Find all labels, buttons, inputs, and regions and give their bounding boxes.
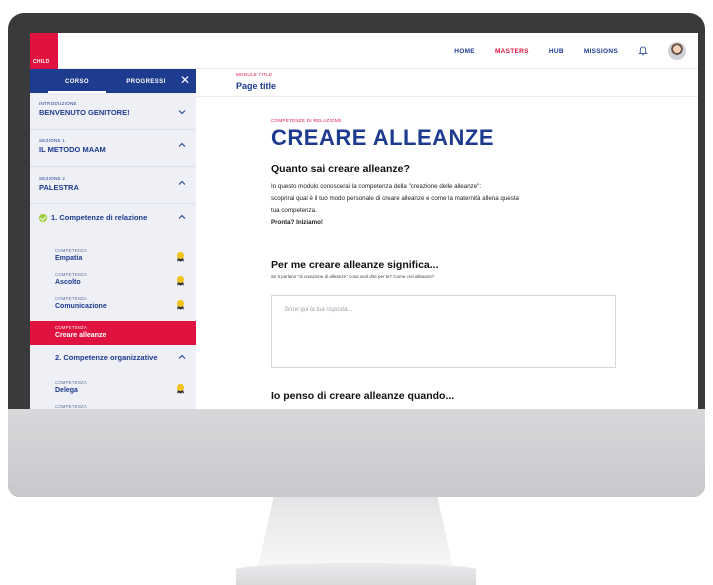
section-title: IL METODO MAAM (39, 145, 106, 154)
question-subtitle: Se ti parlano "di creazione di alleanze"… (271, 274, 435, 279)
section-title: PALESTRA (39, 183, 79, 192)
medal-icon (176, 299, 185, 310)
competence-label: COMPETENZA (55, 380, 88, 385)
chevron-up-icon[interactable] (178, 179, 186, 187)
intro-paragraph: tua competenza. (271, 207, 317, 214)
chevron-up-icon[interactable] (178, 213, 186, 221)
course-sidebar: CORSO PROGRESSI ✕ INTRODUZIONE BENVENUTO… (30, 69, 196, 409)
check-icon (39, 213, 47, 222)
competence-group-header: 1. Competenze di relazione (39, 213, 147, 222)
competence-label: COMPETENZA (55, 248, 88, 253)
competence-group-organizzative[interactable]: 2. Competenze organizzative (30, 345, 196, 371)
nav-link-hub[interactable]: HUB (549, 48, 564, 55)
sidebar-section-introduzione[interactable]: INTRODUZIONE BENVENUTO GENITORE! (30, 93, 196, 129)
content-title: CREARE ALLEANZE (271, 125, 495, 150)
tab-corso[interactable]: CORSO (40, 69, 114, 93)
competence-group-relazione[interactable]: 1. Competenze di relazione (30, 204, 196, 232)
question-title: Per me creare alleanze significa... (271, 259, 439, 271)
chevron-up-icon[interactable] (178, 141, 186, 149)
intro-callout: Pronta? Iniziamo! (271, 219, 323, 226)
user-avatar[interactable] (668, 42, 686, 60)
answer-placeholder: Scrivi qui la tua risposta... (284, 307, 353, 313)
app-screen: CHILD HOME MASTERS HUB MISSIONS CORSO PR… (30, 33, 698, 409)
bell-icon[interactable] (638, 46, 648, 56)
sidebar-section-metodo[interactable]: SEZIONE 1 IL METODO MAAM (30, 130, 196, 166)
answer-textarea[interactable]: Scrivi qui la tua risposta... (271, 295, 616, 368)
competence-item-empatia[interactable]: COMPETENZA Empatia (30, 244, 196, 268)
competence-label: COMPETENZA (55, 325, 88, 330)
competence-group-title: 1. Competenze di relazione (51, 213, 148, 222)
competence-title: Delega (55, 387, 78, 394)
competence-item-next[interactable]: COMPETENZA (30, 400, 196, 409)
module-title-label: MODULE TITLE (236, 72, 273, 77)
intro-paragraph: In questo modulo conoscerai la competenz… (271, 183, 482, 190)
medal-icon (176, 275, 185, 286)
close-icon[interactable]: ✕ (180, 74, 190, 86)
logo-text: CHILD (33, 59, 50, 65)
content-subtitle: Quanto sai creare alleanze? (271, 163, 410, 175)
intro-paragraph: scoprirai qual è il tuo modo personale d… (271, 195, 519, 202)
competence-item-creare-alleanze[interactable]: COMPETENZA Creare alleanze (30, 321, 196, 345)
section-label: SEZIONE 1 (39, 138, 66, 143)
tab-progressi[interactable]: PROGRESSI (114, 69, 178, 93)
medal-icon (176, 251, 185, 262)
competence-group-header: 2. Competenze organizzative (55, 353, 158, 362)
competence-group-title: 2. Competenze organizzative (55, 353, 158, 362)
top-navbar: CHILD HOME MASTERS HUB MISSIONS (30, 33, 698, 69)
nav-links: HOME MASTERS HUB MISSIONS (454, 33, 686, 69)
chevron-down-icon[interactable] (178, 108, 186, 116)
section-title: BENVENUTO GENITORE! (39, 108, 130, 117)
competence-title: Empatia (55, 255, 83, 262)
competence-title: Creare alleanze (55, 332, 107, 339)
section-label: SEZIONE 2 (39, 176, 66, 181)
competence-label: COMPETENZA (55, 296, 88, 301)
competence-label: COMPETENZA (55, 404, 88, 409)
competence-item-delega[interactable]: COMPETENZA Delega (30, 376, 196, 400)
section-label: INTRODUZIONE (39, 101, 77, 106)
nav-link-masters[interactable]: MASTERS (495, 48, 529, 55)
content-kicker: COMPETENZE DI RELAZIONE (271, 118, 342, 123)
nav-link-home[interactable]: HOME (454, 48, 475, 55)
chevron-up-icon[interactable] (178, 353, 186, 361)
competence-label: COMPETENZA (55, 272, 88, 277)
medal-icon (176, 383, 185, 394)
monitor-base (236, 563, 476, 585)
page-header: MODULE TITLE Page title (196, 69, 698, 97)
competence-item-comunicazione[interactable]: COMPETENZA Comunicazione (30, 292, 196, 316)
question-title: Io penso di creare alleanze quando... (271, 390, 455, 402)
logo[interactable]: CHILD (30, 33, 58, 69)
sidebar-tabs: CORSO PROGRESSI ✕ (30, 69, 196, 93)
nav-link-missions[interactable]: MISSIONS (584, 48, 618, 55)
competence-item-ascolto[interactable]: COMPETENZA Ascolto (30, 268, 196, 292)
monitor-stand (258, 497, 453, 567)
monitor-chin (8, 409, 705, 497)
page-title: Page title (236, 81, 277, 91)
competence-title: Ascolto (55, 279, 81, 286)
sidebar-section-palestra[interactable]: SEZIONE 2 PALESTRA (30, 167, 196, 203)
competence-title: Comunicazione (55, 303, 107, 310)
